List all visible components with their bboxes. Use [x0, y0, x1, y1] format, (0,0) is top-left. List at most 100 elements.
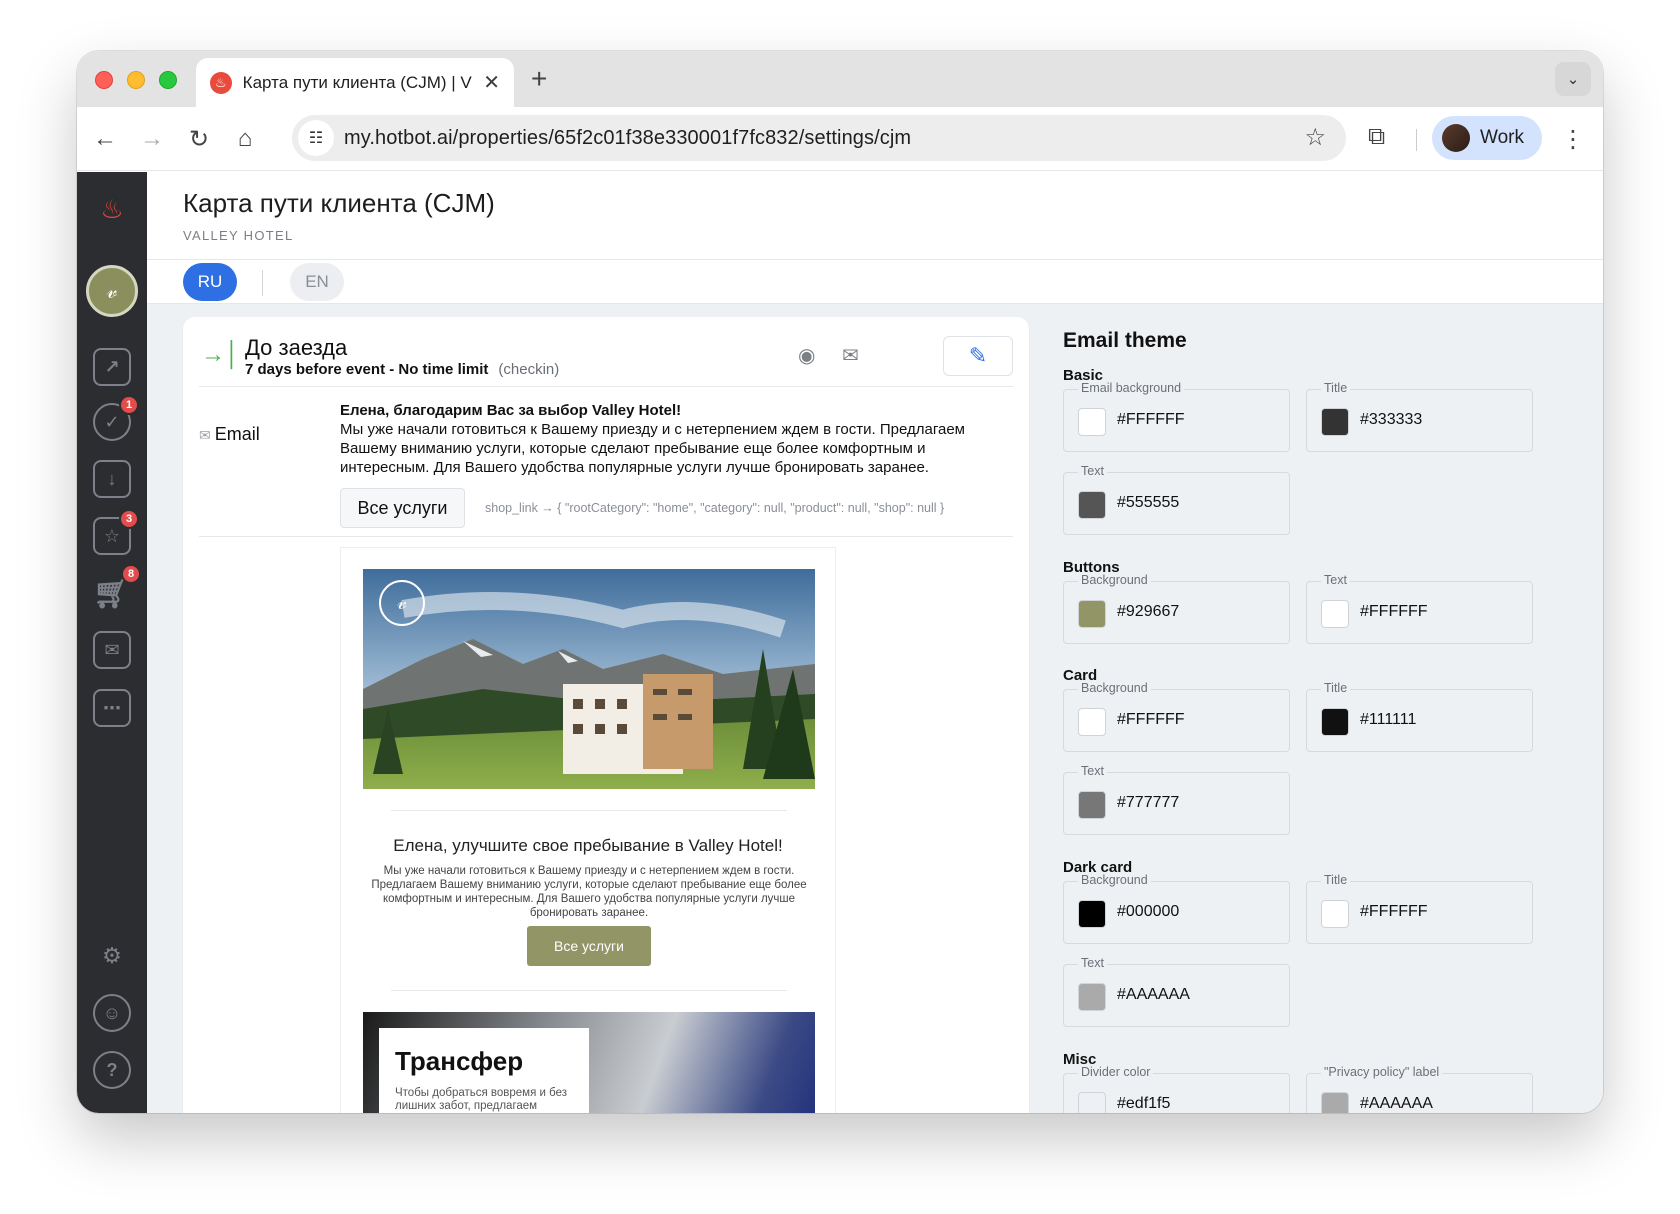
- hotbot-logo-icon[interactable]: ♨: [97, 194, 127, 224]
- send-test-mail-icon[interactable]: ✉: [842, 343, 859, 368]
- all-services-button[interactable]: Все услуги: [340, 488, 465, 528]
- field-label: "Privacy policy" label: [1321, 1065, 1443, 1079]
- lang-tab-en[interactable]: EN: [290, 263, 344, 301]
- color-swatch[interactable]: [1321, 708, 1349, 736]
- hotbot-favicon-icon: ♨: [210, 71, 232, 94]
- email-preview: 𝓋 Елена, улучшите свое пребывание в Vall…: [340, 547, 836, 1113]
- field-label: Text: [1078, 464, 1107, 478]
- tasks-check-icon[interactable]: ✓ 1: [93, 395, 139, 441]
- message-body: Мы уже начали готовиться к Вашему приезд…: [340, 421, 965, 476]
- cart-count-badge: 8: [121, 564, 141, 584]
- color-value[interactable]: #edf1f5: [1117, 1095, 1170, 1113]
- color-value[interactable]: #111111: [1360, 711, 1416, 729]
- color-swatch[interactable]: [1321, 900, 1349, 928]
- extensions-puzzle-icon[interactable]: ⧉: [1368, 123, 1385, 151]
- analytics-chart-icon[interactable]: ↗: [93, 348, 131, 386]
- browser-menu-icon[interactable]: ⋮: [1561, 125, 1585, 154]
- new-tab-button[interactable]: +: [531, 63, 547, 95]
- color-field-email-background[interactable]: Email background #FFFFFF: [1063, 381, 1290, 452]
- url-text[interactable]: my.hotbot.ai/properties/65f2c01f38e33000…: [344, 127, 911, 150]
- color-field-dark-card-text[interactable]: Text #AAAAAA: [1063, 956, 1290, 1027]
- shop-cart-icon[interactable]: 🛒︎ 8: [93, 564, 141, 612]
- color-value[interactable]: #FFFFFF: [1360, 903, 1428, 921]
- color-value[interactable]: #AAAAAA: [1360, 1095, 1433, 1113]
- chat-bubble-icon[interactable]: ⋯: [93, 689, 131, 727]
- envelope-icon: ✉: [199, 427, 211, 443]
- color-swatch[interactable]: [1078, 983, 1106, 1011]
- lang-tab-ru[interactable]: RU: [183, 263, 237, 301]
- channel-label: ✉ Email: [199, 424, 260, 445]
- inbox-download-icon[interactable]: ↓: [93, 460, 131, 498]
- step-timing: 7 days before event - No time limit (chec…: [245, 361, 559, 378]
- color-value[interactable]: #FFFFFF: [1117, 411, 1185, 429]
- color-value[interactable]: #555555: [1117, 494, 1179, 512]
- color-value[interactable]: #777777: [1117, 794, 1179, 812]
- color-field-button-background[interactable]: Background #929667: [1063, 573, 1290, 644]
- color-field-card-title[interactable]: Title #111111: [1306, 681, 1533, 752]
- bookmark-star-icon[interactable]: ☆: [1304, 123, 1326, 152]
- reviews-star-icon[interactable]: ☆ 3: [93, 509, 139, 555]
- transfer-card: Трансфер Чтобы добраться вовремя и без л…: [379, 1028, 589, 1113]
- color-swatch[interactable]: [1078, 791, 1106, 819]
- color-swatch[interactable]: [1078, 408, 1106, 436]
- color-field-text[interactable]: Text #555555: [1063, 464, 1290, 535]
- color-value[interactable]: #000000: [1117, 903, 1179, 921]
- hotel-logo-icon: 𝓋: [379, 580, 425, 626]
- step-event-code: (checkin): [498, 361, 560, 378]
- home-icon[interactable]: ⌂: [229, 123, 261, 155]
- hotel-logo-avatar[interactable]: 𝓋: [86, 265, 138, 317]
- tab-search-chevron-icon[interactable]: ⌄: [1555, 62, 1591, 96]
- mountain-hotel-photo: [363, 569, 815, 789]
- color-swatch[interactable]: [1321, 1092, 1349, 1113]
- site-settings-icon[interactable]: ☷: [298, 120, 334, 156]
- settings-gear-icon[interactable]: ⚙: [93, 937, 131, 975]
- close-window-button[interactable]: [95, 71, 113, 89]
- color-field-card-background[interactable]: Background #FFFFFF: [1063, 681, 1290, 752]
- cjm-step-card: →│ До заезда 7 days before event - No ti…: [183, 317, 1029, 1113]
- color-field-button-text[interactable]: Text #FFFFFF: [1306, 573, 1533, 644]
- profile-button[interactable]: Work: [1432, 116, 1542, 160]
- mail-open-icon[interactable]: ✉: [93, 631, 131, 669]
- color-field-dark-card-title[interactable]: Title #FFFFFF: [1306, 873, 1533, 944]
- message-text: Елена, благодарим Вас за выбор Valley Ho…: [340, 401, 1000, 477]
- color-field-privacy-label[interactable]: "Privacy policy" label #AAAAAA: [1306, 1065, 1533, 1113]
- toolbar-divider: [1416, 129, 1417, 151]
- color-swatch[interactable]: [1321, 408, 1349, 436]
- minimize-window-button[interactable]: [127, 71, 145, 89]
- edit-step-button[interactable]: ✎: [943, 336, 1013, 376]
- color-swatch[interactable]: [1078, 1092, 1106, 1113]
- back-arrow-icon[interactable]: ←: [89, 123, 121, 155]
- color-field-card-text[interactable]: Text #777777: [1063, 764, 1290, 835]
- address-bar[interactable]: ☷ my.hotbot.ai/properties/65f2c01f38e330…: [292, 115, 1346, 161]
- theme-title: Email theme: [1063, 329, 1187, 352]
- color-swatch[interactable]: [1078, 491, 1106, 519]
- step-title: До заезда: [245, 335, 348, 360]
- color-value[interactable]: #AAAAAA: [1117, 986, 1190, 1004]
- profile-user-icon[interactable]: ☺: [93, 994, 131, 1032]
- color-field-divider[interactable]: Divider color #edf1f5: [1063, 1065, 1290, 1113]
- color-swatch[interactable]: [1078, 900, 1106, 928]
- preview-services-button[interactable]: Все услуги: [527, 926, 651, 966]
- color-value[interactable]: #333333: [1360, 411, 1422, 429]
- maximize-window-button[interactable]: [159, 71, 177, 89]
- step-meta-text: 7 days before event - No time limit: [245, 361, 489, 378]
- transfer-title: Трансфер: [395, 1046, 524, 1076]
- color-field-title[interactable]: Title #333333: [1306, 381, 1533, 452]
- help-question-icon[interactable]: ?: [93, 1051, 131, 1089]
- color-swatch[interactable]: [1321, 600, 1349, 628]
- reviews-count-badge: 3: [119, 509, 139, 529]
- preview-text: Мы уже начали готовиться к Вашему приезд…: [371, 865, 807, 919]
- preview-eye-icon[interactable]: ◉: [798, 343, 815, 368]
- forward-arrow-icon[interactable]: →: [136, 123, 168, 155]
- color-swatch[interactable]: [1078, 708, 1106, 736]
- color-value[interactable]: #FFFFFF: [1360, 603, 1428, 621]
- close-tab-icon[interactable]: ✕: [483, 70, 500, 95]
- language-switcher: RU EN: [147, 260, 1603, 304]
- color-swatch[interactable]: [1078, 600, 1106, 628]
- color-value[interactable]: #FFFFFF: [1117, 711, 1185, 729]
- field-label: Text: [1078, 956, 1107, 970]
- color-value[interactable]: #929667: [1117, 603, 1179, 621]
- reload-icon[interactable]: ↻: [183, 123, 215, 155]
- browser-tab[interactable]: ♨ Карта пути клиента (CJM) | V ✕: [196, 58, 514, 107]
- color-field-dark-card-background[interactable]: Background #000000: [1063, 873, 1290, 944]
